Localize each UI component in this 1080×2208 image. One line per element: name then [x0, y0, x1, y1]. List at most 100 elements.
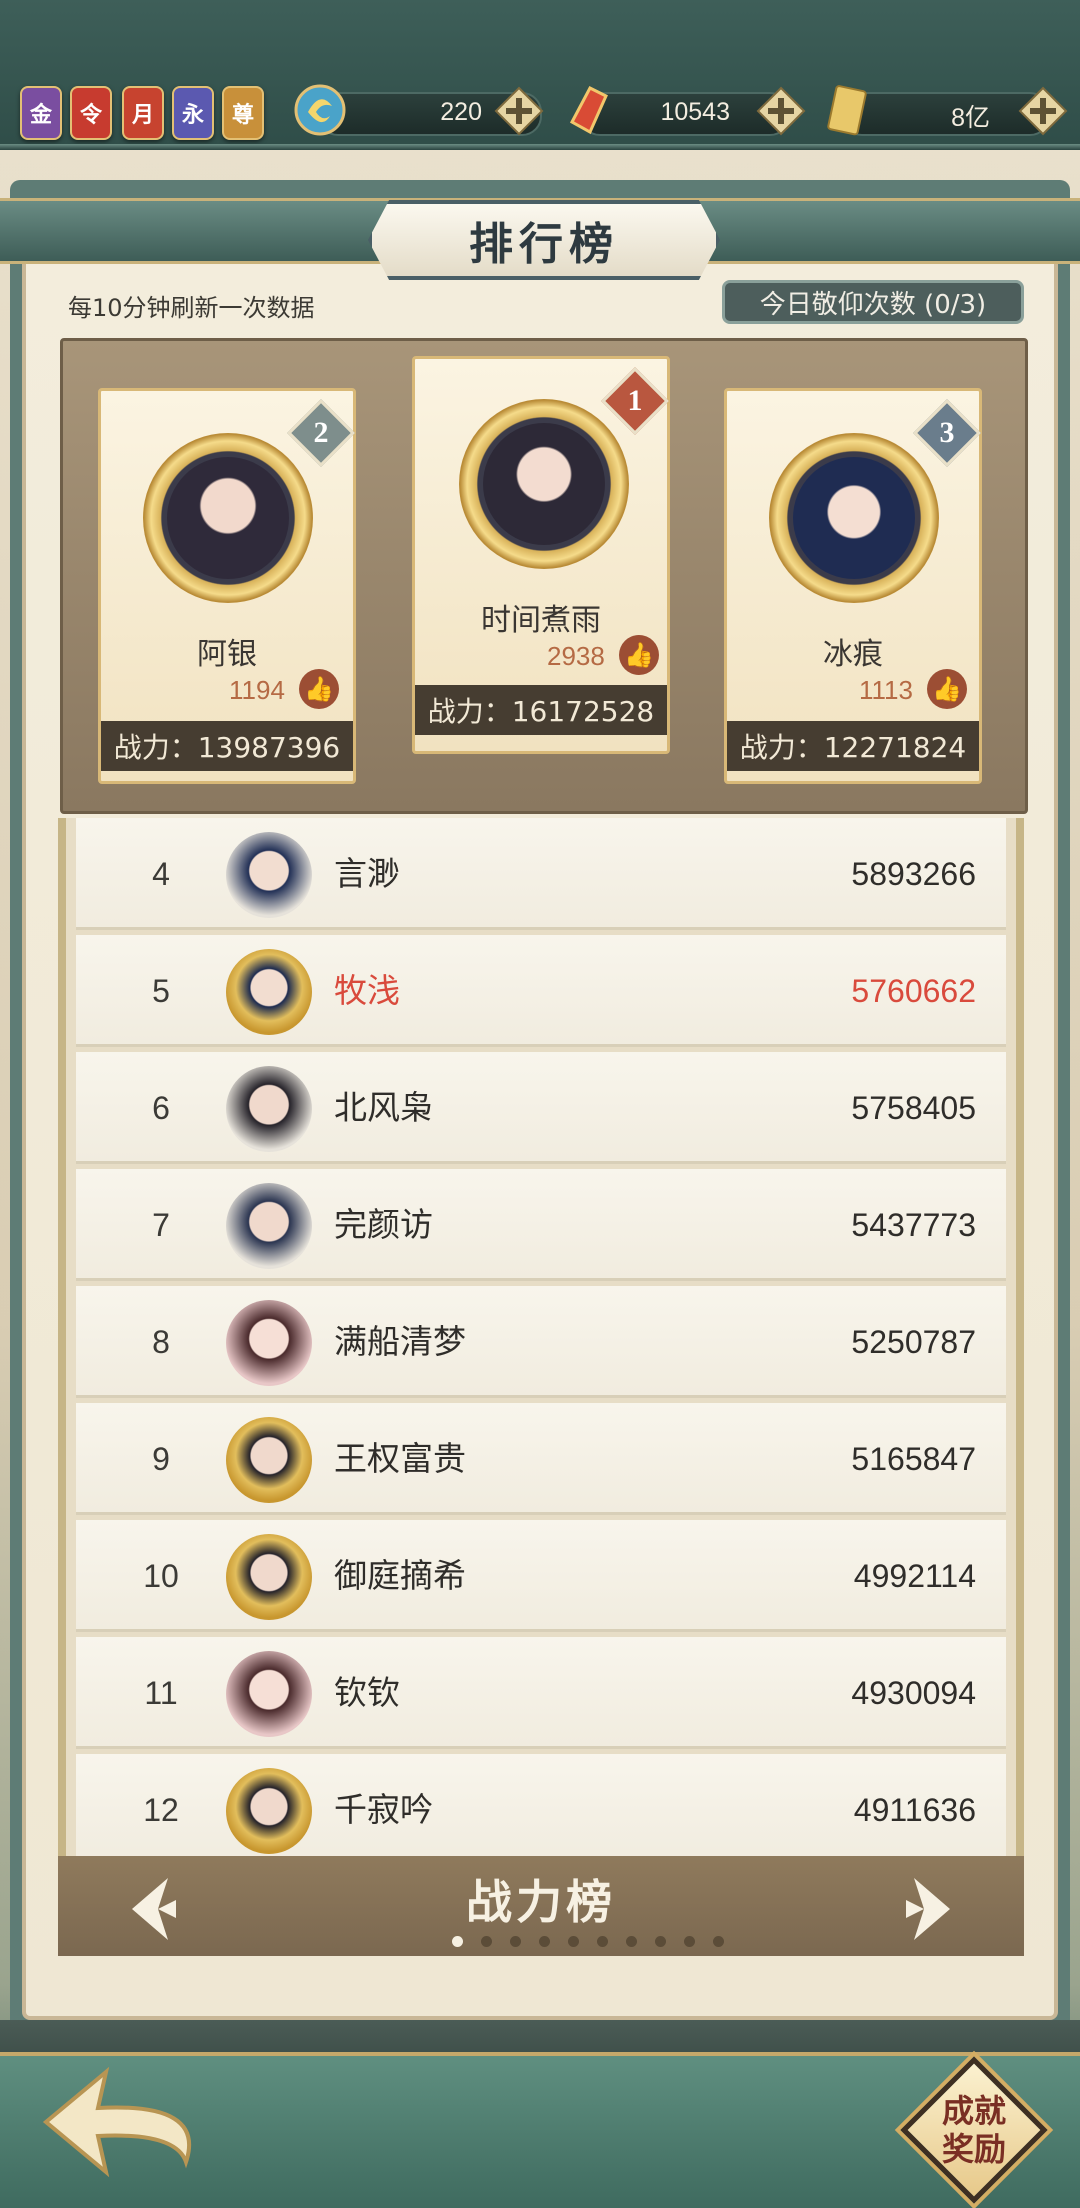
row-name: 完颜访 [334, 1205, 433, 1244]
row-rank: 10 [143, 1558, 179, 1594]
row-name: 满船清梦 [334, 1322, 466, 1361]
add-jade-button[interactable] [494, 86, 544, 136]
add-gem-button[interactable] [756, 86, 806, 136]
avatar [226, 1183, 312, 1269]
row-power: 5165847 [851, 1441, 976, 1477]
rank-number: 3 [939, 416, 955, 449]
table-row[interactable]: 11 钦钦 4930094 [76, 1637, 1006, 1749]
row-name: 钦钦 [334, 1673, 400, 1712]
vip-badge-month[interactable]: 月 [122, 86, 164, 140]
title-plate: 排行榜 [368, 200, 720, 280]
player-name: 时间煮雨 [481, 603, 601, 638]
table-row[interactable]: 7 完颜访 5437773 [76, 1169, 1006, 1281]
row-name: 言渺 [334, 854, 400, 893]
row-power: 5758405 [851, 1090, 976, 1126]
page-dot [452, 1936, 463, 1947]
table-row[interactable]: 9 王权富贵 5165847 [76, 1403, 1006, 1515]
avatar [226, 1534, 312, 1620]
avatar [226, 1066, 312, 1152]
page-dot [655, 1936, 666, 1947]
top-resource-bar: 金 令 月 永 尊 220 10543 8亿 [0, 0, 1080, 150]
page-dot [626, 1936, 637, 1947]
avatar [226, 832, 312, 918]
achievement-reward-button[interactable]: 成就 奖励 [900, 2056, 1048, 2204]
back-arrow-icon[interactable] [36, 2062, 236, 2182]
thumbs-up-icon[interactable]: 👍 [299, 669, 339, 709]
worship-count-button[interactable]: 今日敬仰次数 (0/3) [722, 280, 1024, 324]
table-row[interactable]: 6 北风枭 5758405 [76, 1052, 1006, 1164]
page-dot [539, 1936, 550, 1947]
refresh-note: 每10分钟刷新一次数据 [68, 294, 315, 322]
page-indicator [452, 1936, 724, 1947]
row-rank: 11 [144, 1675, 178, 1711]
vip-badge-label: 令 [79, 103, 102, 128]
page-dot [713, 1936, 724, 1947]
table-row[interactable]: 8 满船清梦 5250787 [76, 1286, 1006, 1398]
next-board-arrow-icon[interactable] [894, 1874, 964, 1944]
row-rank: 4 [152, 856, 170, 892]
page-dot [684, 1936, 695, 1947]
red-gem-icon [569, 86, 608, 135]
podium-card-rank2[interactable]: 2 阿银 1194 👍 战力：13987396 [98, 388, 356, 784]
row-name: 北风枭 [334, 1088, 433, 1127]
table-row[interactable]: 10 御庭摘希 4992114 [76, 1520, 1006, 1632]
row-rank: 9 [152, 1441, 170, 1477]
row-rank: 6 [152, 1090, 170, 1126]
page-dot [568, 1936, 579, 1947]
row-rank: 5 [152, 973, 170, 1009]
board-name: 战力榜 [466, 1875, 616, 1929]
podium-card-rank3[interactable]: 3 冰痕 1113 👍 战力：12271824 [724, 388, 982, 784]
like-count: 2938 [547, 641, 605, 671]
avatar [226, 1651, 312, 1737]
power-label: 战力：13987396 [101, 721, 353, 771]
like-count: 1113 [859, 675, 913, 705]
add-ticket-button[interactable] [1018, 86, 1068, 136]
vip-badge-gold[interactable]: 金 [20, 86, 62, 140]
row-power: 5437773 [851, 1207, 976, 1243]
avatar [226, 1300, 312, 1386]
row-power: 5760662 [851, 973, 976, 1009]
row-rank: 7 [152, 1207, 170, 1243]
resource-gem-value: 10543 [660, 98, 730, 126]
gold-ticket-icon [827, 85, 867, 136]
avatar [226, 1417, 312, 1503]
table-row[interactable]: 4 言渺 5893266 [76, 818, 1006, 930]
player-name: 冰痕 [823, 637, 883, 672]
vip-badge-label: 尊 [231, 103, 254, 128]
table-row[interactable]: 12 千寂吟 4911636 [76, 1754, 1006, 1856]
achievement-label: 成就 奖励 [941, 2092, 1006, 2168]
thumbs-up-icon[interactable]: 👍 [619, 635, 659, 675]
page-dot [481, 1936, 492, 1947]
row-power: 5250787 [851, 1324, 976, 1360]
rank-number: 2 [313, 416, 329, 449]
rank-badge-2: 2 [287, 399, 355, 467]
row-power: 4930094 [851, 1675, 976, 1711]
page-dot [597, 1936, 608, 1947]
board-switcher: 战力榜 [58, 1856, 1024, 1956]
ranking-list[interactable]: 4 言渺 5893266 5 牧浅 5760662 6 北风枭 5758405 … [58, 818, 1024, 1856]
avatar [793, 457, 915, 579]
rank-badge-3: 3 [913, 399, 981, 467]
vip-badge-token[interactable]: 令 [70, 86, 112, 140]
avatar [167, 457, 289, 579]
resource-ticket-value: 8亿 [951, 104, 990, 132]
avatar [226, 1768, 312, 1854]
rank-number: 1 [627, 384, 643, 417]
vip-badge-label: 永 [181, 103, 204, 128]
avatar [226, 949, 312, 1035]
podium-card-rank1[interactable]: 1 时间煮雨 2938 👍 战力：16172528 [412, 356, 670, 754]
thumbs-up-icon[interactable]: 👍 [927, 669, 967, 709]
player-name: 阿银 [197, 637, 257, 672]
vip-badge-honor[interactable]: 尊 [222, 86, 264, 140]
row-power: 4911636 [853, 1792, 976, 1828]
like-count: 1194 [229, 675, 285, 705]
rank-badge-1: 1 [601, 367, 669, 435]
vip-badge-label: 月 [131, 103, 154, 128]
row-name: 王权富贵 [334, 1439, 466, 1478]
row-power: 4992114 [853, 1558, 976, 1594]
vip-badge-forever[interactable]: 永 [172, 86, 214, 140]
resource-jade-value: 220 [440, 98, 482, 126]
row-name: 牧浅 [334, 971, 400, 1010]
jade-coin-icon [294, 84, 346, 136]
table-row-self[interactable]: 5 牧浅 5760662 [76, 935, 1006, 1047]
